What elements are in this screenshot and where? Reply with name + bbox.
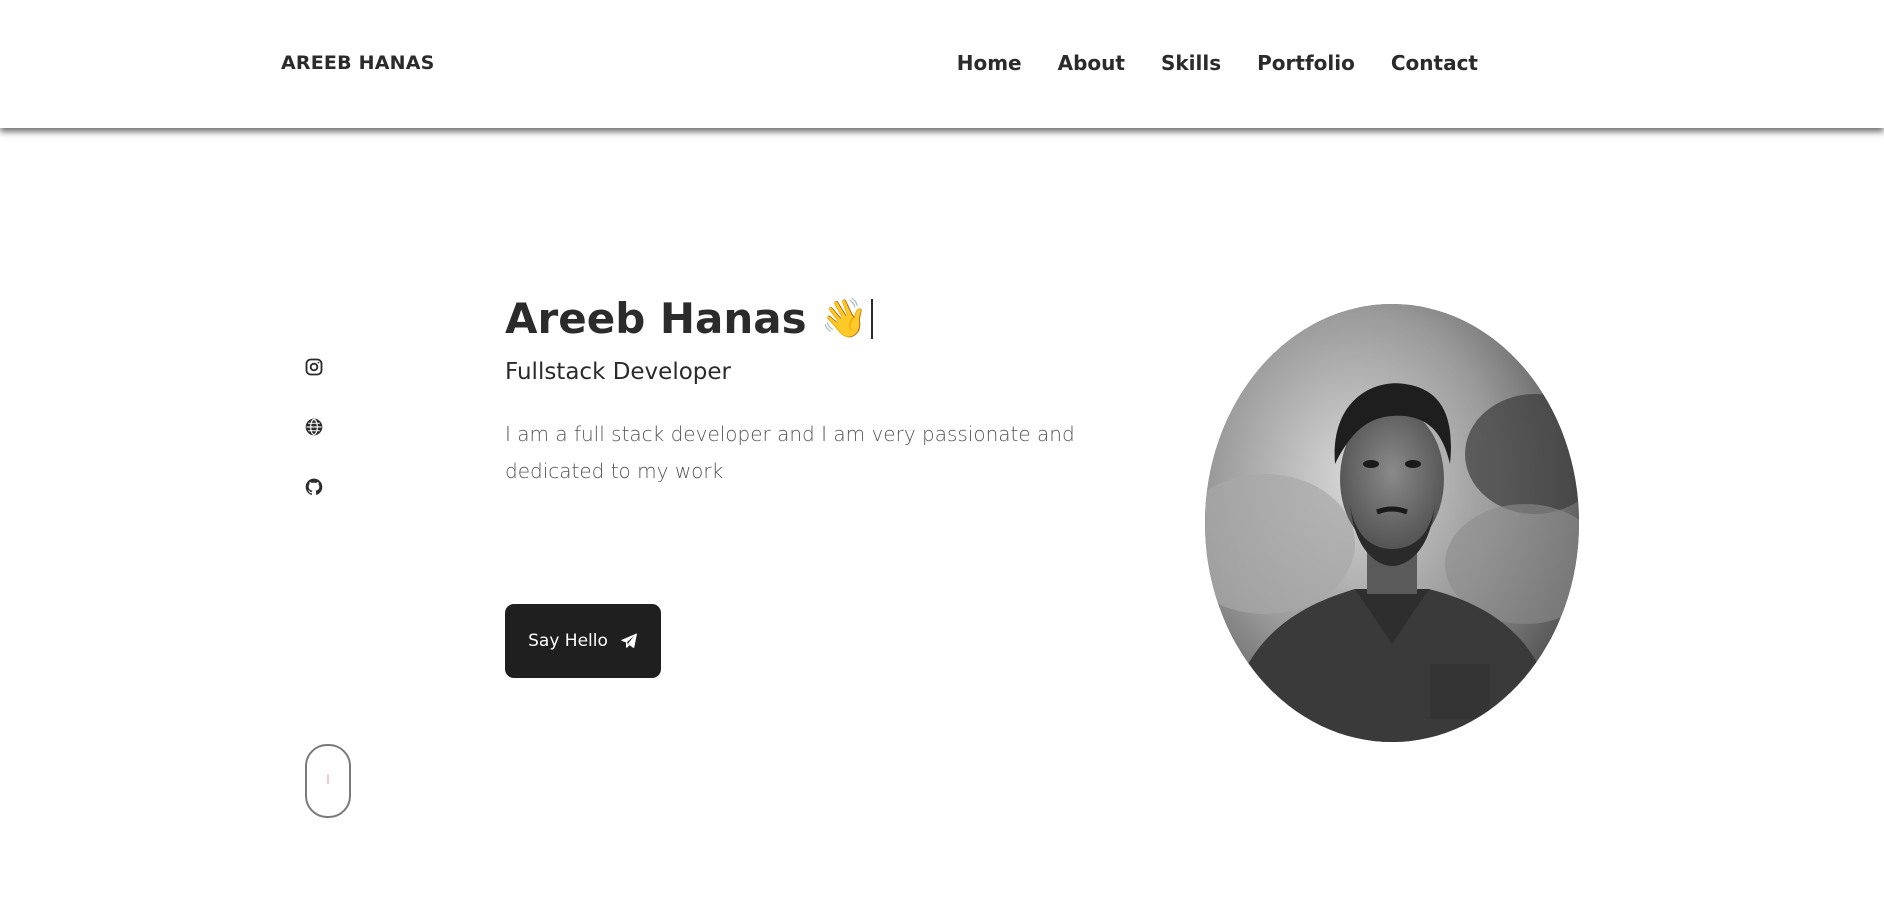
brand-logo[interactable]: AREEB HANAS xyxy=(281,52,435,74)
say-hello-button[interactable]: Say Hello xyxy=(505,604,661,678)
nav-link-portfolio[interactable]: Portfolio xyxy=(1257,51,1355,75)
nav-link-skills[interactable]: Skills xyxy=(1161,51,1221,75)
wave-emoji: 👋 xyxy=(820,296,868,340)
typing-caret xyxy=(870,298,873,339)
instagram-link[interactable] xyxy=(304,357,324,377)
hero-name: Areeb Hanas xyxy=(505,294,807,343)
say-hello-label: Say Hello xyxy=(528,631,608,651)
profile-photo xyxy=(1205,304,1579,742)
nav-item-skills: Skills xyxy=(1161,51,1221,75)
scroll-down-indicator[interactable] xyxy=(305,744,351,818)
profile-photo-image xyxy=(1205,304,1579,742)
nav-link-home[interactable]: Home xyxy=(957,51,1022,75)
social-links xyxy=(304,357,324,497)
hero-title: Areeb Hanas 👋 xyxy=(505,294,873,343)
navbar: AREEB HANAS Home About Skills Portfolio … xyxy=(0,0,1884,128)
nav-item-portfolio: Portfolio xyxy=(1257,51,1355,75)
hero-description: I am a full stack developer and I am ver… xyxy=(505,422,1075,483)
instagram-icon xyxy=(305,358,323,376)
github-icon xyxy=(305,478,323,495)
nav-link-contact[interactable]: Contact xyxy=(1391,51,1478,75)
github-link[interactable] xyxy=(304,477,324,497)
nav-menu: Home About Skills Portfolio Contact xyxy=(957,51,1478,75)
nav-item-home: Home xyxy=(957,51,1022,75)
send-icon xyxy=(621,633,637,648)
nav-item-contact: Contact xyxy=(1391,51,1478,75)
website-link[interactable] xyxy=(304,417,324,437)
nav-item-about: About xyxy=(1058,51,1125,75)
nav-link-about[interactable]: About xyxy=(1058,51,1125,75)
globe-icon xyxy=(305,418,323,436)
mouse-scroll-icon xyxy=(327,774,329,784)
hero-subtitle: Fullstack Developer xyxy=(505,359,731,385)
